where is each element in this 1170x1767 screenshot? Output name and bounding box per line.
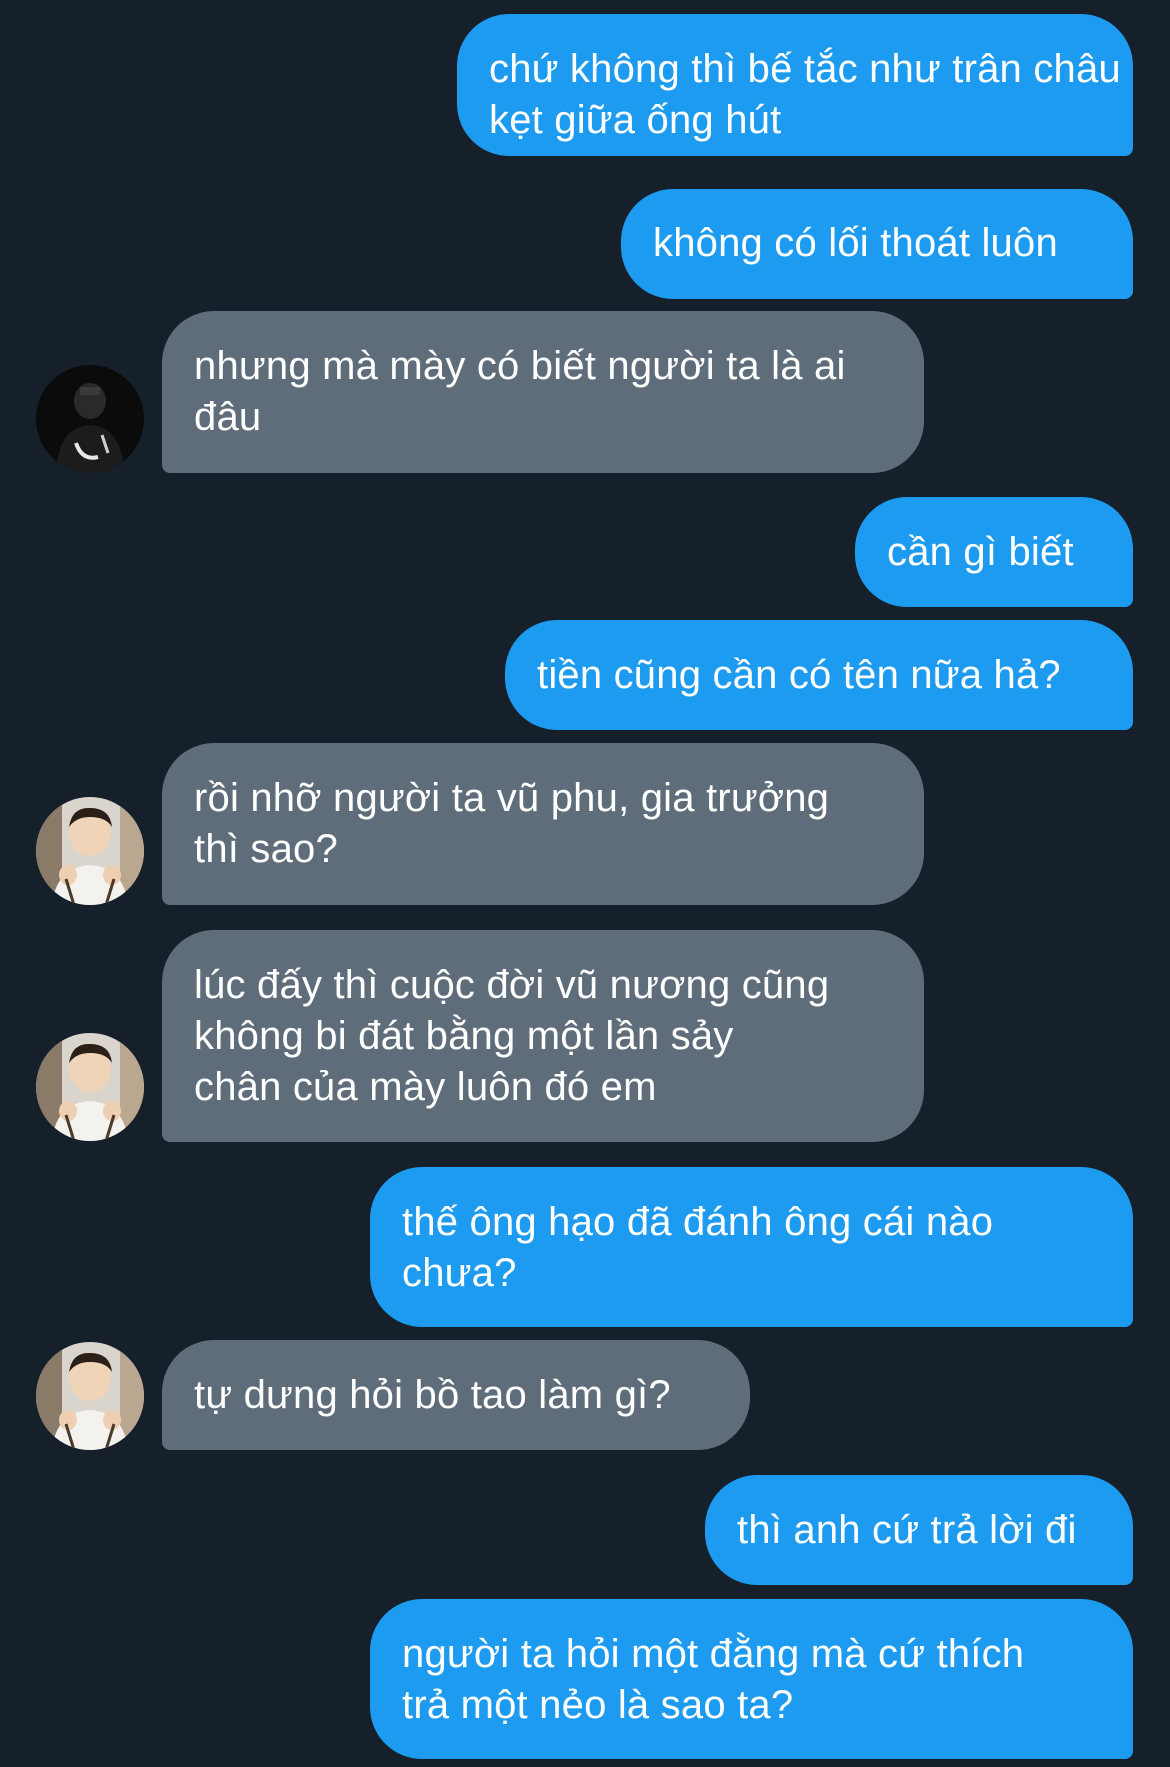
message-line: kẹt giữa ống hút xyxy=(489,98,782,142)
message-line: nhưng mà mày có biết người ta là ai xyxy=(194,344,846,388)
message-line: lúc đấy thì cuộc đời vũ nương cũng xyxy=(194,963,830,1007)
message-line: không bi đát bằng một lần sảy xyxy=(194,1014,734,1058)
message-line: thì anh cứ trả lời đi xyxy=(737,1508,1077,1552)
sent-message[interactable]: thế ông hạo đã đánh ông cái nào chưa? xyxy=(370,1167,1133,1327)
smiling-person-avatar-icon xyxy=(36,1342,144,1450)
smiling-person-avatar[interactable] xyxy=(36,1342,144,1450)
message-line: người ta hỏi một đằng mà cứ thích xyxy=(402,1632,1025,1676)
smiling-person-avatar[interactable] xyxy=(36,797,144,905)
received-message[interactable]: lúc đấy thì cuộc đời vũ nương cũng không… xyxy=(162,930,924,1142)
sent-message[interactable]: tiền cũng cần có tên nữa hả? xyxy=(505,620,1133,730)
smiling-person-avatar[interactable] xyxy=(36,1033,144,1141)
message-line: không có lối thoát luôn xyxy=(653,221,1058,265)
smiling-person-avatar-icon xyxy=(36,797,144,905)
message-line: chứ không thì bế tắc như trân châu xyxy=(489,47,1121,91)
message-line: trả một nẻo là sao ta? xyxy=(402,1683,794,1727)
sent-message[interactable]: cần gì biết xyxy=(855,497,1133,607)
message-line: cần gì biết xyxy=(887,530,1074,574)
received-message[interactable]: tự dưng hỏi bồ tao làm gì? xyxy=(162,1340,750,1450)
message-line: chưa? xyxy=(402,1251,517,1295)
dark-avatar-icon xyxy=(36,365,144,473)
conversation-thread: chứ không thì bế tắc như trân châu kẹt g… xyxy=(0,0,1170,1767)
message-line: thế ông hạo đã đánh ông cái nào xyxy=(402,1200,994,1244)
message-line: rồi nhỡ người ta vũ phu, gia trưởng xyxy=(194,776,830,820)
sent-message[interactable]: không có lối thoát luôn xyxy=(621,189,1133,299)
dark-avatar[interactable] xyxy=(36,365,144,473)
sent-message[interactable]: chứ không thì bế tắc như trân châu kẹt g… xyxy=(457,14,1133,156)
received-message[interactable]: rồi nhỡ người ta vũ phu, gia trưởng thì … xyxy=(162,743,924,905)
message-line: tiền cũng cần có tên nữa hả? xyxy=(537,653,1061,697)
message-line: thì sao? xyxy=(194,827,338,871)
received-message[interactable]: nhưng mà mày có biết người ta là ai đâu xyxy=(162,311,924,473)
smiling-person-avatar-icon xyxy=(36,1033,144,1141)
message-line: đâu xyxy=(194,395,262,439)
sent-message[interactable]: thì anh cứ trả lời đi xyxy=(705,1475,1133,1585)
sent-message[interactable]: người ta hỏi một đằng mà cứ thích trả mộ… xyxy=(370,1599,1133,1759)
message-line: tự dưng hỏi bồ tao làm gì? xyxy=(194,1373,671,1417)
message-line: chân của mày luôn đó em xyxy=(194,1065,657,1109)
